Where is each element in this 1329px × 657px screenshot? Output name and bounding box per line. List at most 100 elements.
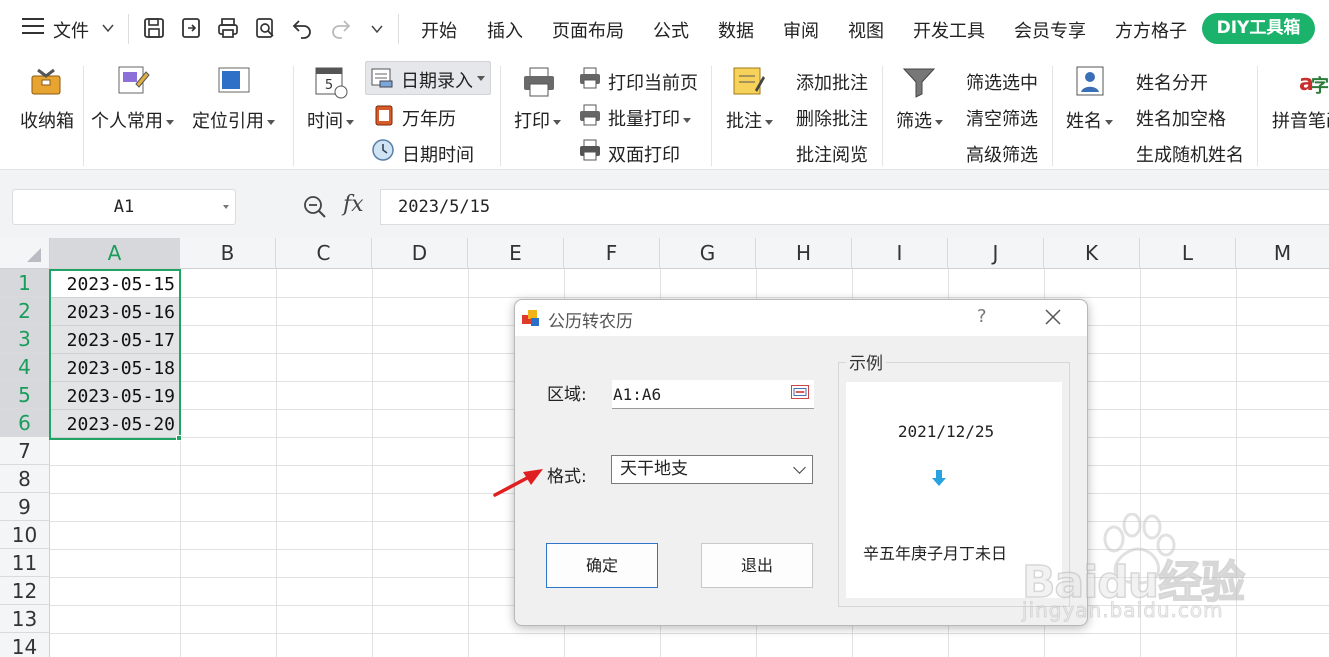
pinyin-stroke-button[interactable]: 拼音笔画 xyxy=(1272,107,1329,133)
print-label: 打印 xyxy=(514,111,550,132)
print-button[interactable]: 打印 xyxy=(514,107,561,133)
comment-button[interactable]: 批注 xyxy=(726,107,773,133)
chevron-down-icon[interactable] xyxy=(101,21,115,35)
row-header-12[interactable]: 12 xyxy=(0,577,50,605)
clear-filter-button[interactable]: 清空筛选 xyxy=(966,105,1038,131)
tab-view[interactable]: 视图 xyxy=(848,17,884,43)
advanced-filter-button[interactable]: 高级筛选 xyxy=(966,141,1038,167)
duplex-print-button[interactable]: 双面打印 xyxy=(608,141,680,167)
grid-line xyxy=(276,269,277,657)
tab-developer[interactable]: 开发工具 xyxy=(913,17,985,43)
column-header-b[interactable]: B xyxy=(180,238,276,269)
customize-toolbar-icon[interactable] xyxy=(370,22,384,36)
dialog-title: 公历转农历 xyxy=(548,312,633,332)
svg-text:字: 字 xyxy=(1311,75,1329,97)
formula-input[interactable]: 2023/5/15 xyxy=(380,189,1329,225)
fx-icon[interactable]: fx xyxy=(343,192,364,217)
fill-handle[interactable] xyxy=(176,435,182,441)
column-header-c[interactable]: C xyxy=(276,238,372,269)
batch-print-button[interactable]: 批量打印 xyxy=(608,105,691,131)
date-time-button[interactable]: 日期时间 xyxy=(402,141,474,167)
range-input[interactable]: A1:A6 xyxy=(612,380,814,409)
column-header-e[interactable]: E xyxy=(468,238,564,269)
chevron-down-icon[interactable] xyxy=(223,205,229,209)
dropdown-caret-icon xyxy=(683,117,691,123)
row-header-11[interactable]: 11 xyxy=(0,549,50,577)
row-header-6[interactable]: 6 xyxy=(0,409,50,437)
export-icon[interactable] xyxy=(179,16,203,40)
delete-comment-button[interactable]: 删除批注 xyxy=(796,105,868,131)
row-header-4[interactable]: 4 xyxy=(0,353,50,381)
close-icon[interactable] xyxy=(1043,307,1063,327)
column-header-l[interactable]: L xyxy=(1140,238,1236,269)
column-header-i[interactable]: I xyxy=(852,238,948,269)
row-header-14[interactable]: 14 xyxy=(0,633,50,657)
dropdown-caret-icon xyxy=(765,119,773,125)
range-picker-icon[interactable] xyxy=(791,385,809,399)
row-header-5[interactable]: 5 xyxy=(0,381,50,409)
column-header-a[interactable]: A xyxy=(50,238,180,269)
random-name-button[interactable]: 生成随机姓名 xyxy=(1136,141,1244,167)
print-current-page-button[interactable]: 打印当前页 xyxy=(608,69,698,95)
zoom-icon[interactable] xyxy=(302,194,328,220)
print-current-icon xyxy=(580,67,600,89)
name-button[interactable]: 姓名 xyxy=(1066,107,1113,133)
row-header-3[interactable]: 3 xyxy=(0,325,50,353)
ok-button[interactable]: 确定 xyxy=(546,543,658,588)
time-button[interactable]: 时间 xyxy=(307,107,354,133)
column-header-f[interactable]: F xyxy=(564,238,660,269)
read-comment-button[interactable]: 批注阅览 xyxy=(796,141,868,167)
help-icon[interactable]: ? xyxy=(977,306,987,327)
personal-common-button[interactable]: 个人常用 xyxy=(91,107,174,133)
row-header-8[interactable]: 8 xyxy=(0,465,50,493)
row-header-13[interactable]: 13 xyxy=(0,605,50,633)
filter-selected-button[interactable]: 筛选选中 xyxy=(966,69,1038,95)
filter-button[interactable]: 筛选 xyxy=(896,107,943,133)
tab-insert[interactable]: 插入 xyxy=(487,17,523,43)
row-header-2[interactable]: 2 xyxy=(0,297,50,325)
name-split-button[interactable]: 姓名分开 xyxy=(1136,69,1208,95)
row-header-10[interactable]: 10 xyxy=(0,521,50,549)
tab-data[interactable]: 数据 xyxy=(718,17,754,43)
date-entry-button[interactable]: 日期录入 xyxy=(365,61,491,95)
column-header-d[interactable]: D xyxy=(372,238,468,269)
column-header-g[interactable]: G xyxy=(660,238,756,269)
tab-fangfang[interactable]: 方方格子 xyxy=(1115,17,1187,43)
tab-member[interactable]: 会员专享 xyxy=(1014,17,1086,43)
app-logo-icon xyxy=(522,310,539,326)
tab-formula[interactable]: 公式 xyxy=(653,17,689,43)
tab-start[interactable]: 开始 xyxy=(421,17,457,43)
date-entry-icon xyxy=(371,68,393,88)
locate-reference-button[interactable]: 定位引用 xyxy=(192,107,275,133)
storage-button[interactable]: 收纳箱 xyxy=(20,107,74,133)
format-select[interactable]: 天干地支 xyxy=(611,455,813,484)
hamburger-menu-icon[interactable] xyxy=(22,18,44,38)
print-preview-icon[interactable] xyxy=(253,16,277,40)
name-box[interactable]: A1 xyxy=(12,189,236,225)
print-icon[interactable] xyxy=(216,16,240,40)
column-header-h[interactable]: H xyxy=(756,238,852,269)
redo-icon[interactable] xyxy=(329,16,353,40)
calendar-clock-icon: 5 xyxy=(315,67,348,99)
select-all-corner[interactable] xyxy=(0,238,50,269)
name-add-space-button[interactable]: 姓名加空格 xyxy=(1136,105,1226,131)
perpetual-calendar-button[interactable]: 万年历 xyxy=(402,105,456,131)
save-icon[interactable] xyxy=(142,16,166,40)
row-header-1[interactable]: 1 xyxy=(0,269,50,297)
row-header-9[interactable]: 9 xyxy=(0,493,50,521)
exit-button[interactable]: 退出 xyxy=(701,543,813,588)
file-menu[interactable]: 文件 xyxy=(53,17,89,43)
tab-page-layout[interactable]: 页面布局 xyxy=(552,17,624,43)
column-header-m[interactable]: M xyxy=(1236,238,1329,269)
row-header-7[interactable]: 7 xyxy=(0,437,50,465)
dropdown-caret-icon[interactable] xyxy=(477,76,485,81)
undo-icon[interactable] xyxy=(290,16,314,40)
tab-review[interactable]: 审阅 xyxy=(783,17,819,43)
tab-diy-toolbox[interactable]: DIY工具箱 xyxy=(1202,13,1315,44)
dialog-titlebar[interactable]: 公历转农历 ? xyxy=(515,300,1087,336)
formula-bar-area: A1 fx 2023/5/15 xyxy=(0,170,1329,238)
add-comment-button[interactable]: 添加批注 xyxy=(796,69,868,95)
filter-icon xyxy=(902,68,936,98)
column-header-j[interactable]: J xyxy=(948,238,1044,269)
column-header-k[interactable]: K xyxy=(1044,238,1140,269)
